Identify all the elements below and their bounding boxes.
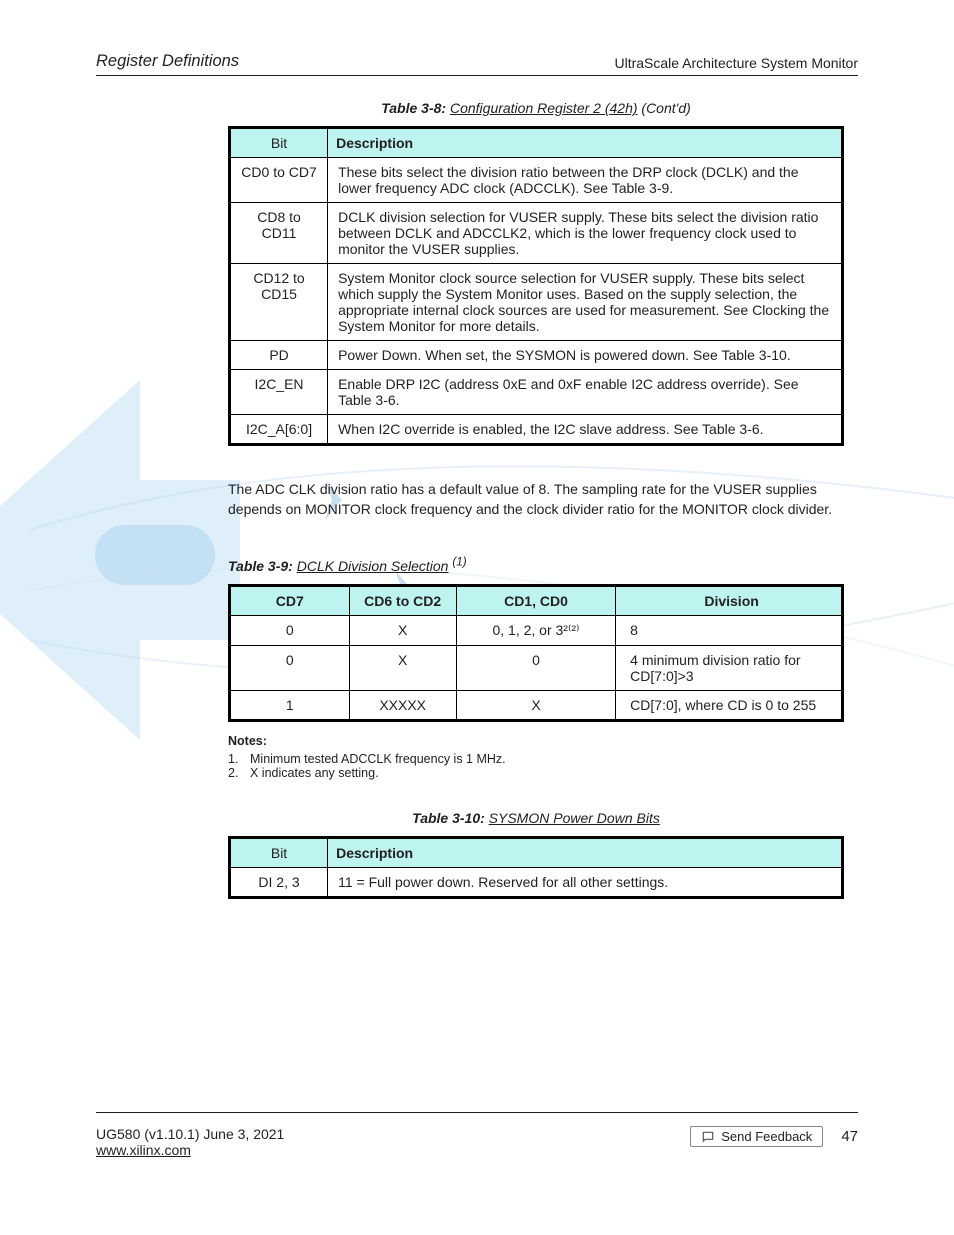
feedback-icon bbox=[701, 1130, 715, 1144]
table3-header-row: Bit Description bbox=[230, 838, 843, 868]
table-dclk-division: CD7 CD6 to CD2 CD1, CD0 Division 0 X 0, … bbox=[228, 584, 844, 722]
table-power-down-bits: Bit Description DI 2, 3 11 = Full power … bbox=[228, 836, 844, 899]
running-header-left: Register Definitions bbox=[96, 52, 239, 71]
table3-caption: Table 3-10: SYSMON Power Down Bits bbox=[228, 810, 844, 826]
footer-rule bbox=[96, 1112, 858, 1113]
header-rule bbox=[96, 75, 858, 76]
table3-col-bit: Bit bbox=[230, 838, 328, 868]
table-row: 0 X 0 4 minimum division ratio for CD[7:… bbox=[230, 646, 843, 691]
table-row: CD0 to CD7 These bits select the divisio… bbox=[230, 158, 843, 203]
table2-notes: Notes: 1.Minimum tested ADCCLK frequency… bbox=[228, 734, 844, 780]
table1-caption: Table 3-8: Configuration Register 2 (42h… bbox=[228, 100, 844, 116]
table-config-register-2: Bit Description CD0 to CD7 These bits se… bbox=[228, 126, 844, 446]
table-row: 1 XXXXX X CD[7:0], where CD is 0 to 255 bbox=[230, 691, 843, 721]
running-header-right: UltraScale Architecture System Monitor bbox=[614, 55, 858, 71]
page-number: 47 bbox=[841, 1128, 858, 1145]
table-row: 0 X 0, 1, 2, or 3²⁽²⁾ 8 bbox=[230, 616, 843, 646]
table-row: PD Power Down. When set, the SYSMON is p… bbox=[230, 341, 843, 370]
table1-col-bit: Bit bbox=[230, 128, 328, 158]
paragraph-adc-clk: The ADC CLK division ratio has a default… bbox=[228, 480, 844, 520]
table2-col-cd6-2: CD6 to CD2 bbox=[349, 586, 456, 616]
table2-col-cd1-0: CD1, CD0 bbox=[456, 586, 615, 616]
table3-col-desc: Description bbox=[328, 838, 843, 868]
footer-left: UG580 (v1.10.1) June 3, 2021 www.xilinx.… bbox=[96, 1126, 284, 1158]
table-row: I2C_A[6:0] When I2C override is enabled,… bbox=[230, 415, 843, 445]
table-row: CD8 to CD11 DCLK division selection for … bbox=[230, 203, 843, 264]
table2-col-div: Division bbox=[616, 586, 843, 616]
send-feedback-button[interactable]: Send Feedback bbox=[690, 1126, 823, 1147]
table1-col-desc: Description bbox=[328, 128, 843, 158]
table-row: CD12 to CD15 System Monitor clock source… bbox=[230, 264, 843, 341]
table2-col-cd7: CD7 bbox=[230, 586, 350, 616]
footer-right: Send Feedback 47 bbox=[690, 1126, 858, 1147]
table2-caption: Table 3-9: DCLK Division Selection (1) bbox=[228, 556, 844, 575]
table-row: DI 2, 3 11 = Full power down. Reserved f… bbox=[230, 868, 843, 898]
table-row: I2C_EN Enable DRP I2C (address 0xE and 0… bbox=[230, 370, 843, 415]
table1-header-row: Bit Description bbox=[230, 128, 843, 158]
table2-header-row: CD7 CD6 to CD2 CD1, CD0 Division bbox=[230, 586, 843, 616]
